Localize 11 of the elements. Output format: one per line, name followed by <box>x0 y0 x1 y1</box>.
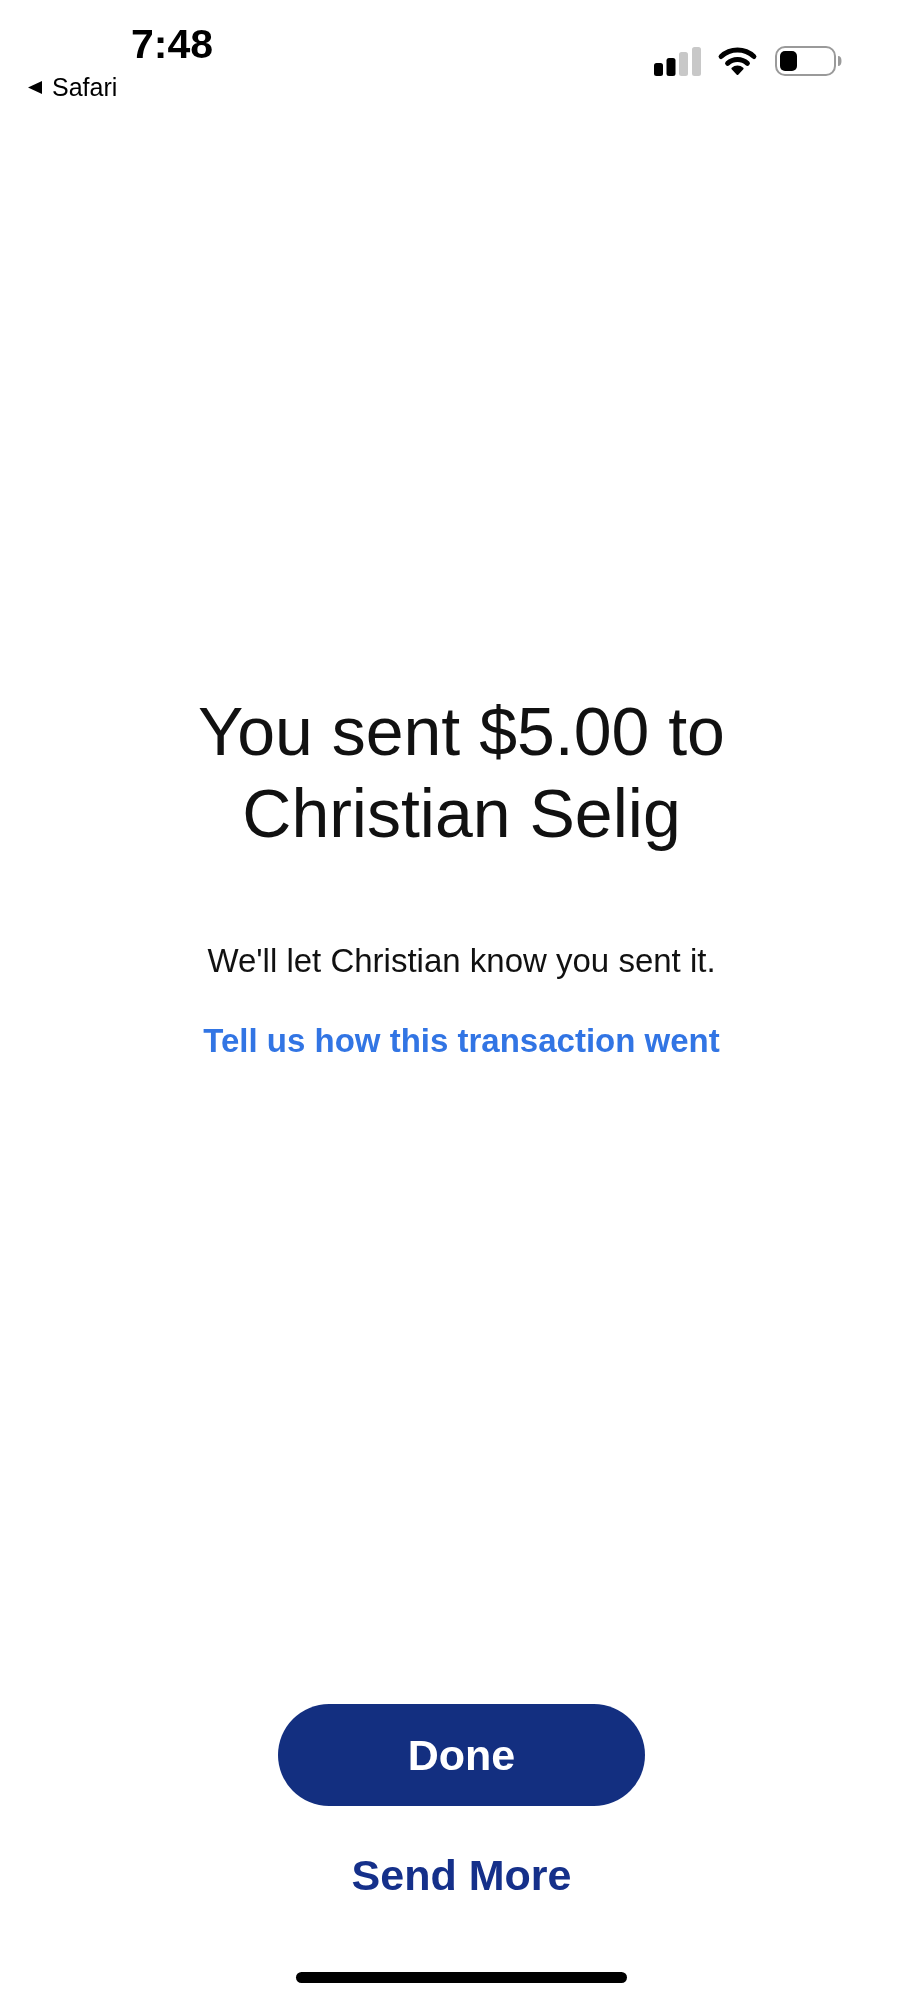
confirmation-heading: You sent $5.00 to Christian Selig <box>197 692 726 853</box>
status-time: 7:48 <box>131 20 214 68</box>
confirmation-message: We'll let Christian know you sent it. <box>207 941 716 981</box>
wifi-icon <box>716 46 759 76</box>
battery-icon <box>775 46 842 76</box>
left-triangle-icon <box>28 80 42 94</box>
feedback-link[interactable]: Tell us how this transaction went <box>203 1021 720 1061</box>
primary-action-button[interactable]: Done <box>278 1704 645 1806</box>
secondary-action-link[interactable]: Send More <box>351 1850 572 1900</box>
cellular-signal-icon <box>654 47 701 76</box>
back-link[interactable]: Safari <box>28 72 118 102</box>
